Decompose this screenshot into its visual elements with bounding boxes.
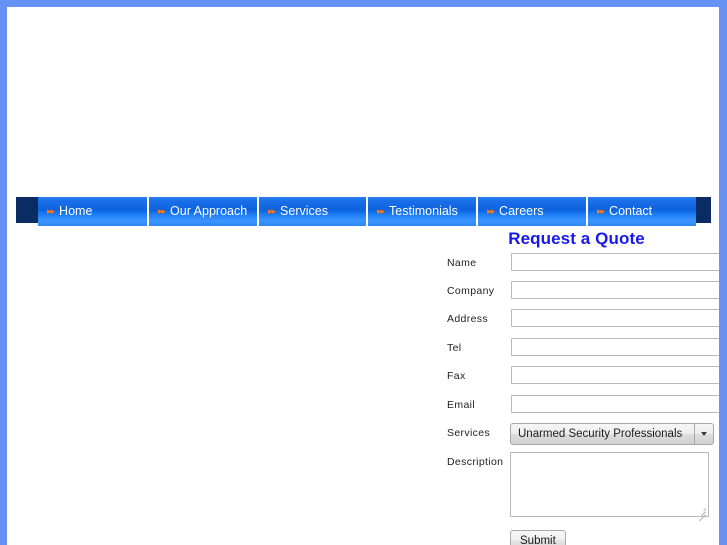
double-arrow-icon: ▸▸ bbox=[158, 206, 166, 216]
site-banner bbox=[7, 7, 719, 190]
page-content: Request a Quote Name Company Address Tel bbox=[7, 226, 719, 545]
nav-item-testimonials[interactable]: ▸▸ Testimonials bbox=[368, 197, 478, 226]
tel-input[interactable] bbox=[511, 338, 719, 356]
label-tel: Tel bbox=[447, 342, 462, 354]
field-row-name: Name bbox=[432, 253, 719, 281]
field-row-address: Address bbox=[432, 309, 719, 337]
field-row-email: Email bbox=[432, 395, 719, 423]
label-services: Services bbox=[447, 427, 491, 439]
field-row-services: Services Unarmed Security Professionals bbox=[432, 423, 719, 451]
nav-item-our-approach[interactable]: ▸▸ Our Approach bbox=[149, 197, 259, 226]
submit-button[interactable]: Submit bbox=[510, 530, 566, 545]
services-select-value: Unarmed Security Professionals bbox=[511, 424, 695, 444]
field-row-description: Description bbox=[432, 452, 719, 522]
nav-item-label: Services bbox=[280, 204, 328, 219]
page-title: Request a Quote bbox=[508, 229, 645, 248]
double-arrow-icon: ▸▸ bbox=[47, 206, 55, 216]
nav-item-label: Contact bbox=[609, 204, 653, 219]
double-arrow-icon: ▸▸ bbox=[597, 206, 605, 216]
nav-items-strip: ▸▸ Home ▸▸ Our Approach ▸▸ Services ▸▸ T… bbox=[38, 197, 696, 226]
field-row-submit: Submit bbox=[432, 530, 719, 545]
page-frame: ▸▸ Home ▸▸ Our Approach ▸▸ Services ▸▸ T… bbox=[0, 0, 727, 545]
services-select[interactable]: Unarmed Security Professionals bbox=[510, 423, 714, 445]
field-row-fax: Fax bbox=[432, 366, 719, 394]
label-company: Company bbox=[447, 285, 495, 297]
field-row-tel: Tel bbox=[432, 338, 719, 366]
description-textarea[interactable] bbox=[510, 452, 709, 517]
nav-item-contact[interactable]: ▸▸ Contact bbox=[588, 197, 696, 226]
name-input[interactable] bbox=[511, 253, 719, 271]
label-email: Email bbox=[447, 399, 476, 411]
address-input[interactable] bbox=[511, 309, 719, 327]
request-a-quote-form: Request a Quote Name Company Address Tel bbox=[432, 226, 719, 545]
email-input[interactable] bbox=[511, 395, 719, 413]
label-address: Address bbox=[447, 313, 488, 325]
nav-item-home[interactable]: ▸▸ Home bbox=[38, 197, 149, 226]
page-inner: ▸▸ Home ▸▸ Our Approach ▸▸ Services ▸▸ T… bbox=[7, 7, 719, 545]
chevron-down-icon[interactable] bbox=[695, 424, 713, 444]
label-description: Description bbox=[447, 456, 504, 468]
nav-item-label: Home bbox=[59, 204, 93, 219]
nav-item-label: Careers bbox=[499, 204, 544, 219]
nav-item-services[interactable]: ▸▸ Services bbox=[259, 197, 368, 226]
label-name: Name bbox=[447, 257, 477, 269]
nav-item-label: Our Approach bbox=[170, 204, 248, 219]
nav-item-careers[interactable]: ▸▸ Careers bbox=[478, 197, 588, 226]
fax-input[interactable] bbox=[511, 366, 719, 384]
main-navigation: ▸▸ Home ▸▸ Our Approach ▸▸ Services ▸▸ T… bbox=[7, 190, 719, 226]
company-input[interactable] bbox=[511, 281, 719, 299]
nav-item-label: Testimonials bbox=[389, 204, 458, 219]
double-arrow-icon: ▸▸ bbox=[487, 206, 495, 216]
double-arrow-icon: ▸▸ bbox=[377, 206, 385, 216]
nav-left-cap bbox=[16, 197, 38, 223]
field-row-company: Company bbox=[432, 281, 719, 309]
label-fax: Fax bbox=[447, 370, 466, 382]
left-content-column bbox=[7, 226, 432, 545]
double-arrow-icon: ▸▸ bbox=[268, 206, 276, 216]
